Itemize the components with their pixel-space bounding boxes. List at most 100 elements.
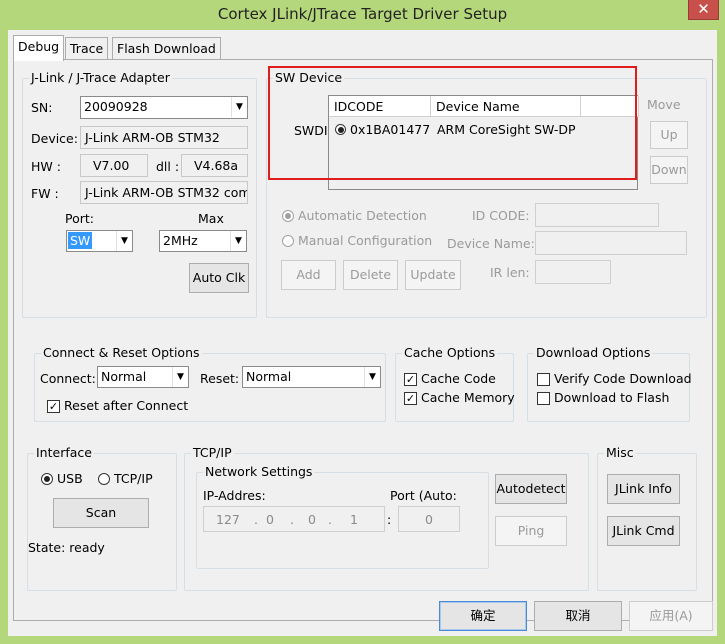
list-item[interactable]: 0x1BA01477 ARM CoreSight SW-DP <box>329 121 637 139</box>
chevron-down-icon[interactable]: ▼ <box>230 231 246 251</box>
dialog-window: Cortex JLink/JTrace Target Driver Setup … <box>0 0 725 644</box>
tab-flash-download[interactable]: Flash Download <box>112 37 221 59</box>
tab-trace[interactable]: Trace <box>65 37 109 59</box>
sn-value: 20090928 <box>84 99 148 114</box>
selected-indicator-icon <box>335 124 346 135</box>
verify-code-download-checkbox[interactable] <box>537 373 550 386</box>
id-code-label: ID CODE: <box>472 208 530 223</box>
chevron-down-icon[interactable]: ▼ <box>231 97 247 117</box>
download-to-flash-label: Download to Flash <box>554 390 670 405</box>
sw-device-list[interactable]: IDCODE Device Name 0x1BA01477 ARM CoreSi… <box>328 95 639 190</box>
reset-select[interactable]: Normal ▼ <box>242 366 381 388</box>
tcpip-group-title: TCP/IP <box>191 445 234 460</box>
chevron-down-icon[interactable]: ▼ <box>364 367 380 387</box>
client-area: Debug Trace Flash Download J-Link / J-Tr… <box>8 30 717 636</box>
cache-memory-checkbox[interactable]: ✓ <box>404 392 417 405</box>
update-button[interactable]: Update <box>405 260 461 290</box>
move-down-button[interactable]: Down <box>650 156 688 184</box>
download-options-group-title: Download Options <box>534 345 653 360</box>
max-clock-select[interactable]: 2MHz ▼ <box>159 230 247 252</box>
device-label: Device: <box>31 131 78 146</box>
port-select[interactable]: SW ▼ <box>66 230 133 252</box>
manual-configuration-radio[interactable] <box>282 235 294 247</box>
download-options-group: Download Options <box>527 345 690 422</box>
delete-button[interactable]: Delete <box>343 260 398 290</box>
jlink-info-button[interactable]: JLink Info <box>607 474 680 504</box>
port-label: Port: <box>65 211 94 226</box>
ip-dot: . <box>328 512 332 527</box>
manual-configuration-label: Manual Configuration <box>298 233 433 248</box>
connect-value: Normal <box>101 369 147 384</box>
device-field: J-Link ARM-OB STM32 <box>80 126 248 149</box>
autodetect-button[interactable]: Autodetect <box>495 474 567 504</box>
auto-clk-button[interactable]: Auto Clk <box>189 263 249 293</box>
column-device-name[interactable]: Device Name <box>431 96 581 117</box>
max-label: Max <box>198 211 224 226</box>
ip-dot: . <box>290 512 294 527</box>
sw-device-group-title: SW Device <box>273 70 345 85</box>
window-title: Cortex JLink/JTrace Target Driver Setup <box>217 5 508 23</box>
network-settings-group-title: Network Settings <box>203 464 315 479</box>
tcpip-radio[interactable] <box>98 473 110 485</box>
add-button[interactable]: Add <box>281 260 336 290</box>
ok-button[interactable]: 确定 <box>439 601 527 631</box>
chevron-down-icon[interactable]: ▼ <box>116 231 132 251</box>
device-name-input[interactable] <box>535 231 687 255</box>
tcpip-label: TCP/IP <box>114 471 153 486</box>
automatic-detection-label: Automatic Detection <box>298 208 427 223</box>
dll-label: dll : <box>156 159 180 174</box>
connect-select[interactable]: Normal ▼ <box>97 366 189 388</box>
sn-label: SN: <box>31 100 53 115</box>
scan-button[interactable]: Scan <box>53 498 149 528</box>
column-empty <box>581 96 639 117</box>
hw-label: HW : <box>31 159 61 174</box>
cancel-button[interactable]: 取消 <box>534 601 622 631</box>
ip-octet-3: 0 <box>308 512 316 527</box>
max-clock-value: 2MHz <box>163 233 198 248</box>
ip-address-input[interactable]: 127 . 0 . 0 . 1 <box>203 506 385 532</box>
move-label: Move <box>647 97 681 112</box>
misc-group-title: Misc <box>604 445 636 460</box>
usb-label: USB <box>57 471 83 486</box>
cache-options-group: Cache Options <box>395 345 514 422</box>
dll-field: V4.68a <box>181 154 248 177</box>
verify-code-download-label: Verify Code Download <box>554 371 692 386</box>
ip-octet-4: 1 <box>350 512 358 527</box>
reset-value: Normal <box>246 369 292 384</box>
chevron-down-icon[interactable]: ▼ <box>172 367 188 387</box>
close-icon[interactable]: ✕ <box>688 0 719 20</box>
row-idcode: 0x1BA01477 <box>350 122 431 137</box>
adapter-group-title: J-Link / J-Trace Adapter <box>29 70 172 85</box>
fw-field: J-Link ARM-OB STM32 comp <box>80 181 248 204</box>
cache-code-checkbox[interactable]: ✓ <box>404 373 417 386</box>
swdi-label: SWDI <box>294 123 328 138</box>
state-text: State: ready <box>28 540 105 555</box>
column-idcode[interactable]: IDCODE <box>329 96 431 117</box>
apply-button[interactable]: 应用(A) <box>629 601 713 631</box>
fw-label: FW : <box>31 186 59 201</box>
automatic-detection-radio[interactable] <box>282 210 294 222</box>
tcp-port-input[interactable]: 0 <box>398 506 460 532</box>
debug-tab-page: J-Link / J-Trace Adapter SN: 20090928 ▼ … <box>13 59 713 621</box>
usb-radio[interactable] <box>41 473 53 485</box>
sn-select[interactable]: 20090928 ▼ <box>80 96 248 119</box>
ip-dot: . <box>254 512 258 527</box>
reset-after-connect-checkbox[interactable]: ✓ <box>47 400 60 413</box>
title-bar[interactable]: Cortex JLink/JTrace Target Driver Setup … <box>0 0 725 30</box>
download-to-flash-checkbox[interactable] <box>537 392 550 405</box>
move-up-button[interactable]: Up <box>650 121 688 149</box>
tab-debug[interactable]: Debug <box>13 35 65 61</box>
jlink-cmd-button[interactable]: JLink Cmd <box>607 516 680 546</box>
port-auto-label: Port (Auto: <box>390 488 457 503</box>
ip-octet-1: 127 <box>216 512 240 527</box>
ir-len-input[interactable] <box>535 260 611 284</box>
reset-after-connect-label: Reset after Connect <box>64 398 189 413</box>
ping-button[interactable]: Ping <box>495 516 567 546</box>
cache-options-group-title: Cache Options <box>402 345 498 360</box>
cache-memory-label: Cache Memory <box>421 390 515 405</box>
ir-len-label: IR len: <box>490 265 530 280</box>
id-code-input[interactable] <box>535 203 659 227</box>
interface-group-title: Interface <box>34 445 94 460</box>
ip-octet-2: 0 <box>266 512 274 527</box>
port-separator: : <box>387 512 392 527</box>
